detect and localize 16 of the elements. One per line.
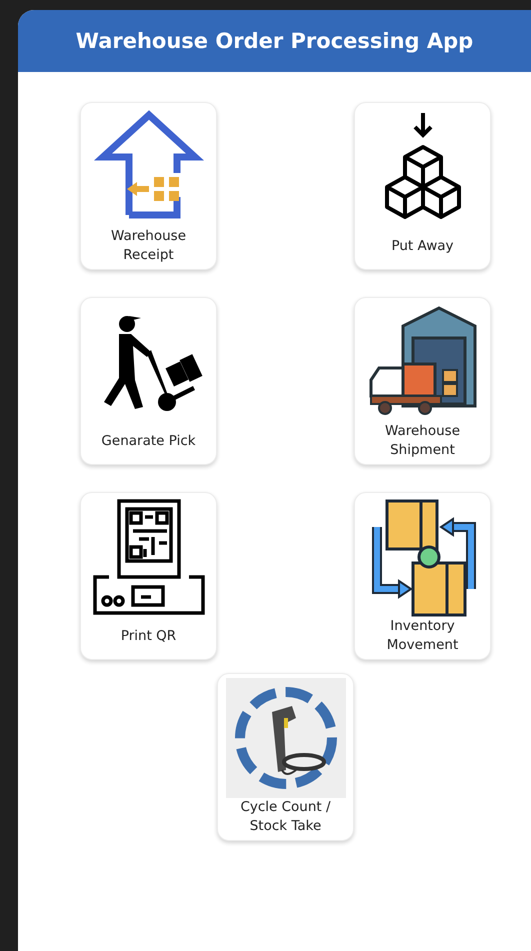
- tile-label: Inventory Movement: [386, 617, 460, 655]
- menu-tile[interactable]: Print QR: [80, 492, 217, 660]
- menu-tile[interactable]: Genarate Pick: [80, 297, 217, 465]
- tile-label: Put Away: [390, 236, 455, 256]
- scanner-cycle-icon: [226, 678, 346, 798]
- tile-label: Warehouse Shipment: [384, 422, 462, 460]
- tile-label: Cycle Count / Stock Take: [239, 798, 332, 836]
- app-title: Warehouse Order Processing App: [76, 29, 474, 53]
- tile-label: Genarate Pick: [100, 432, 197, 450]
- menu-tile[interactable]: Warehouse Receipt: [80, 102, 217, 270]
- tile-label: Warehouse Receipt: [110, 227, 188, 265]
- menu-tile[interactable]: Put Away: [354, 102, 491, 270]
- tile-label: Print QR: [120, 626, 178, 646]
- menu-tile[interactable]: Inventory Movement: [354, 492, 491, 660]
- menu-tile[interactable]: Cycle Count / Stock Take: [217, 673, 354, 841]
- menu-tile[interactable]: Warehouse Shipment: [354, 297, 491, 465]
